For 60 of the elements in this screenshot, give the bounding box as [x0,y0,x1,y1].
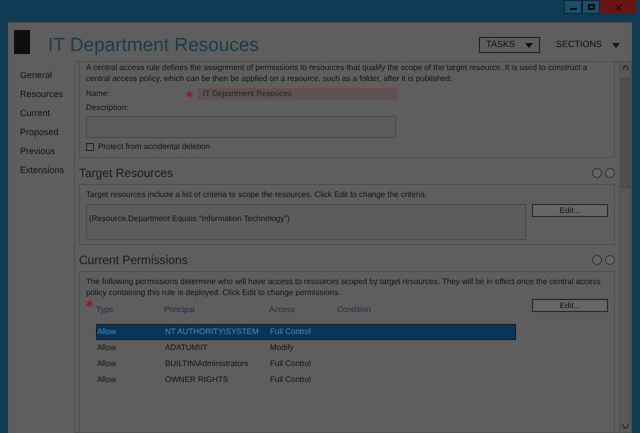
remove-section-icon[interactable] [592,168,602,178]
close-icon [614,4,622,10]
description-text: A central access rule defines the assignment of permissions to resources that qualify the scope of the target resource. It is used to construct a central access policy, which can be then be applied on a resource, such as a folder, after it is published. [86,62,588,84]
table-cell-text: Full Control [270,374,312,386]
scroll-down-icon [622,424,629,429]
dropdown-arrow-icon [524,42,533,48]
protect-checkbox[interactable] [86,143,94,151]
window-title: IT Department Resouces [48,34,259,58]
sections-button[interactable]: SECTIONS [554,37,622,53]
table-cell-text: Allow [97,326,118,338]
name-field[interactable]: IT Department Resouces [198,88,398,100]
edit-button[interactable]: Edit... [532,204,608,217]
column-header[interactable]: Access [269,304,337,316]
required-icon [186,90,193,98]
scroll-up-icon [622,65,629,70]
column-header[interactable]: Type [96,304,164,316]
table-row[interactable]: Allow BUILTIN\Administrators Full Control [96,356,516,372]
section-title: Target Resources [79,165,174,182]
description-label: Description: [86,102,130,114]
sidebar-link[interactable]: General [20,67,74,84]
criteria-text: (Resource.Department Equals "Information Technology") [89,214,290,223]
table-cell-text: Allow [97,358,118,370]
minimize-icon [570,8,576,10]
remove-section-icon[interactable] [592,255,602,265]
table-cell-text: Modify [270,342,295,354]
table-cell-text: Full Control [270,358,312,370]
table-row[interactable]: Allow OWNER RIGHTS Full Control [96,372,516,388]
sidebar-link[interactable]: Resources [20,86,74,103]
edit-button[interactable]: Edit... [532,299,608,312]
minimize-button[interactable] [564,0,582,14]
sidebar-link[interactable]: Current [20,105,74,122]
sidebar-link[interactable]: Previous [20,143,74,160]
column-header[interactable]: Principal [164,304,269,316]
section-title: Current Permissions [79,252,188,269]
table-row[interactable]: Allow ADATUM\IT Modify [96,340,516,356]
close-button[interactable] [600,0,636,14]
collapse-section-icon[interactable] [605,255,615,265]
sidebar-link[interactable]: Extensions [20,162,74,179]
table-cell-text: ADATUM\IT [165,342,209,354]
info-text: The following permissions determine who will have access to resources scoped by target resources. They will be in effect once the central access policy containing this rule is deployed. Click Edit to change permissions. [86,276,602,298]
table-cell-text: Full Control [270,326,312,338]
document-icon [14,30,30,54]
required-icon [86,300,93,307]
scrollbar[interactable] [619,62,631,432]
sidebar-link[interactable]: Proposed [20,124,74,141]
maximize-button[interactable] [582,0,600,14]
maximize-icon [588,4,594,10]
table-cell-text: BUILTIN\Administrators [165,358,250,370]
collapse-section-icon[interactable] [605,168,615,178]
dropdown-arrow-icon [612,42,620,48]
name-label: Name: [86,88,111,100]
table-cell-text: Allow [97,342,118,354]
tasks-button[interactable]: TASKS [479,37,540,53]
table-row[interactable]: Allow NT AUTHORITY\SYSTEM Full Control [96,324,516,340]
table-cell-text: OWNER RIGHTS [165,374,230,386]
table-cell-text: NT AUTHORITY\SYSTEM [165,326,260,338]
info-text: Target resources include a list of criteria to scope the resources. Click Edit to change the criteria. [86,189,428,201]
column-header[interactable]: Condition [337,304,417,316]
protect-label: Protect from accidental deletion [98,141,210,153]
table-cell-text: Allow [97,374,118,386]
